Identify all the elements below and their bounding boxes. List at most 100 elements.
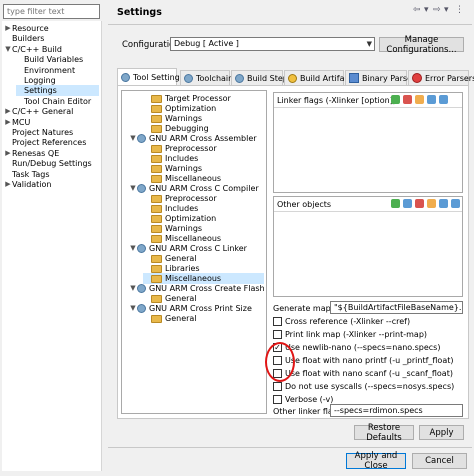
tool-gear-icon — [137, 304, 146, 313]
sidebar-item-label: Builders — [12, 34, 45, 44]
sidebar-item-label: Project References — [12, 138, 87, 148]
option-category-icon — [151, 144, 162, 153]
sidebar-item-label: Tool Chain Editor — [24, 96, 92, 106]
sidebar-item[interactable]: Builders — [4, 33, 99, 44]
back-arrow-icon[interactable]: ⇦ — [413, 5, 421, 15]
chevron-down-icon[interactable]: ▼ — [129, 243, 137, 254]
chevron-right-icon[interactable]: ▶ — [4, 117, 12, 128]
sidebar-item[interactable]: ▶ Renesas QE — [4, 148, 99, 159]
edit-icon[interactable] — [415, 95, 424, 104]
option-category-icon — [151, 234, 162, 243]
chevron-right-icon[interactable]: ▶ — [4, 106, 12, 117]
sidebar-item-label: C/C++ General — [12, 107, 74, 117]
sidebar-item-label: MCU — [12, 117, 31, 127]
option-category-icon — [151, 264, 162, 273]
tool-gear-icon — [137, 244, 146, 253]
sidebar-item[interactable]: Settings — [16, 85, 99, 97]
add-icon[interactable] — [391, 95, 400, 104]
print-link-map-checkbox[interactable]: Print link map (-Xlinker --print-map) — [273, 329, 427, 340]
page-title: Settings — [117, 7, 162, 18]
edit-icon[interactable] — [427, 199, 436, 208]
option-category-icon — [151, 254, 162, 263]
view-menu-icon[interactable]: ⋮ — [455, 5, 464, 15]
move-up-icon[interactable] — [439, 199, 448, 208]
sidebar-item-label: Logging — [24, 76, 56, 85]
toolchain-icon — [184, 73, 193, 83]
chevron-down-icon[interactable]: ▼ — [129, 133, 137, 144]
restore-defaults-button[interactable]: Restore Defaults — [354, 423, 414, 443]
other-linker-flags-field[interactable]: --specs=rdimon.specs — [330, 404, 463, 417]
no-syscalls-checkbox[interactable]: Do not use syscalls (--specs=nosys.specs… — [273, 381, 454, 392]
apply-button[interactable]: Apply — [419, 425, 464, 440]
tab-error-parsers[interactable]: Error Parsers — [408, 70, 474, 85]
sidebar-item-label: Run/Debug Settings — [12, 159, 92, 169]
forward-menu-icon[interactable]: ▾ — [444, 5, 449, 15]
sidebar-item[interactable]: ▶ Validation — [4, 179, 99, 190]
tab-build-artifact[interactable]: Build Artifact — [284, 70, 352, 85]
filter-input[interactable] — [3, 4, 100, 19]
tool-tree-item[interactable]: General — [143, 313, 264, 324]
cancel-button[interactable]: Cancel — [412, 453, 467, 469]
forward-arrow-icon[interactable]: ⇨ — [433, 5, 441, 15]
chevron-right-icon[interactable]: ▶ — [4, 23, 12, 34]
footer-divider — [108, 447, 472, 448]
sidebar-item[interactable]: ▼ C/C++ Build — [4, 44, 99, 55]
delete-icon[interactable] — [415, 199, 424, 208]
tab-toolchain[interactable]: Toolchain — [180, 70, 233, 85]
add-icon[interactable] — [391, 199, 400, 208]
back-menu-icon[interactable]: ▾ — [424, 5, 429, 15]
tool-settings-tree: Target Processor Optimization Warnings Debu… — [121, 90, 267, 414]
chevron-right-icon[interactable]: ▶ — [4, 148, 12, 159]
build-steps-icon — [235, 73, 244, 83]
checkbox-box[interactable] — [273, 330, 282, 339]
chevron-down-icon[interactable]: ▼ — [4, 44, 12, 55]
checkbox-box[interactable] — [273, 395, 282, 404]
configuration-select[interactable]: Debug [ Active ] ▼ — [170, 37, 375, 51]
checkbox-box[interactable] — [273, 317, 282, 326]
sidebar-item[interactable]: ▶ C/C++ General — [4, 106, 99, 117]
tab-binary-parsers[interactable]: Binary Parsers — [345, 70, 419, 85]
sidebar-item[interactable]: Tool Chain Editor — [16, 96, 99, 107]
sidebar-item[interactable]: Environment — [16, 65, 99, 76]
cross-reference-checkbox[interactable]: Cross reference (-Xlinker --cref) — [273, 316, 410, 327]
sidebar-item[interactable]: Build Variables — [16, 54, 99, 65]
option-category-icon — [151, 274, 162, 283]
option-category-icon — [151, 114, 162, 123]
sidebar-item[interactable]: Run/Debug Settings — [4, 158, 99, 169]
tab-build-steps[interactable]: Build Steps — [231, 70, 292, 85]
manage-configurations-button[interactable]: Manage Configurations... — [379, 35, 464, 55]
sidebar-item[interactable]: ▶ Resource — [4, 23, 99, 34]
use-newlib-nano-checkbox[interactable]: ✓ Use newlib-nano (--specs=nano.specs) — [273, 342, 440, 353]
add-workspace-icon[interactable] — [403, 199, 412, 208]
option-category-icon — [151, 164, 162, 173]
option-category-icon — [151, 204, 162, 213]
sidebar-item-label: Task Tags — [12, 169, 50, 179]
move-up-icon[interactable] — [427, 95, 436, 104]
delete-icon[interactable] — [403, 95, 412, 104]
chevron-right-icon[interactable]: ▶ — [4, 179, 12, 190]
error-parsers-icon — [412, 73, 422, 83]
option-category-icon — [151, 124, 162, 133]
sidebar-item[interactable]: ▶ MCU — [4, 117, 99, 128]
float-printf-checkbox[interactable]: Use float with nano printf (-u _printf_f… — [273, 355, 453, 366]
chevron-down-icon[interactable]: ▼ — [129, 183, 137, 194]
verbose-checkbox[interactable]: Verbose (-v) — [273, 394, 333, 405]
sidebar-item[interactable]: Logging — [16, 75, 99, 86]
tab-tool-settings[interactable]: Tool Settings — [117, 68, 184, 86]
float-scanf-checkbox[interactable]: Use float with nano scanf (-u _scanf_flo… — [273, 368, 453, 379]
apply-and-close-button[interactable]: Apply and Close — [346, 451, 406, 471]
sidebar-item-label: Build Variables — [24, 55, 84, 65]
sidebar-item[interactable]: Task Tags — [4, 169, 99, 180]
chevron-down-icon[interactable]: ▼ — [129, 303, 137, 314]
sidebar-item[interactable]: Project Natures — [4, 127, 99, 138]
generate-map-field[interactable]: "${BuildArtifactFileBaseName}.map" — [330, 301, 463, 314]
option-category-icon — [151, 214, 162, 223]
move-down-icon[interactable] — [439, 95, 448, 104]
option-category-icon — [151, 194, 162, 203]
checkbox-box[interactable] — [273, 382, 282, 391]
sidebar-item[interactable]: Project References — [4, 137, 99, 148]
sidebar-item-label: Validation — [12, 180, 52, 189]
chevron-down-icon[interactable]: ▼ — [129, 283, 137, 294]
move-down-icon[interactable] — [451, 199, 460, 208]
sidebar-item-label: Project Natures — [12, 128, 74, 137]
